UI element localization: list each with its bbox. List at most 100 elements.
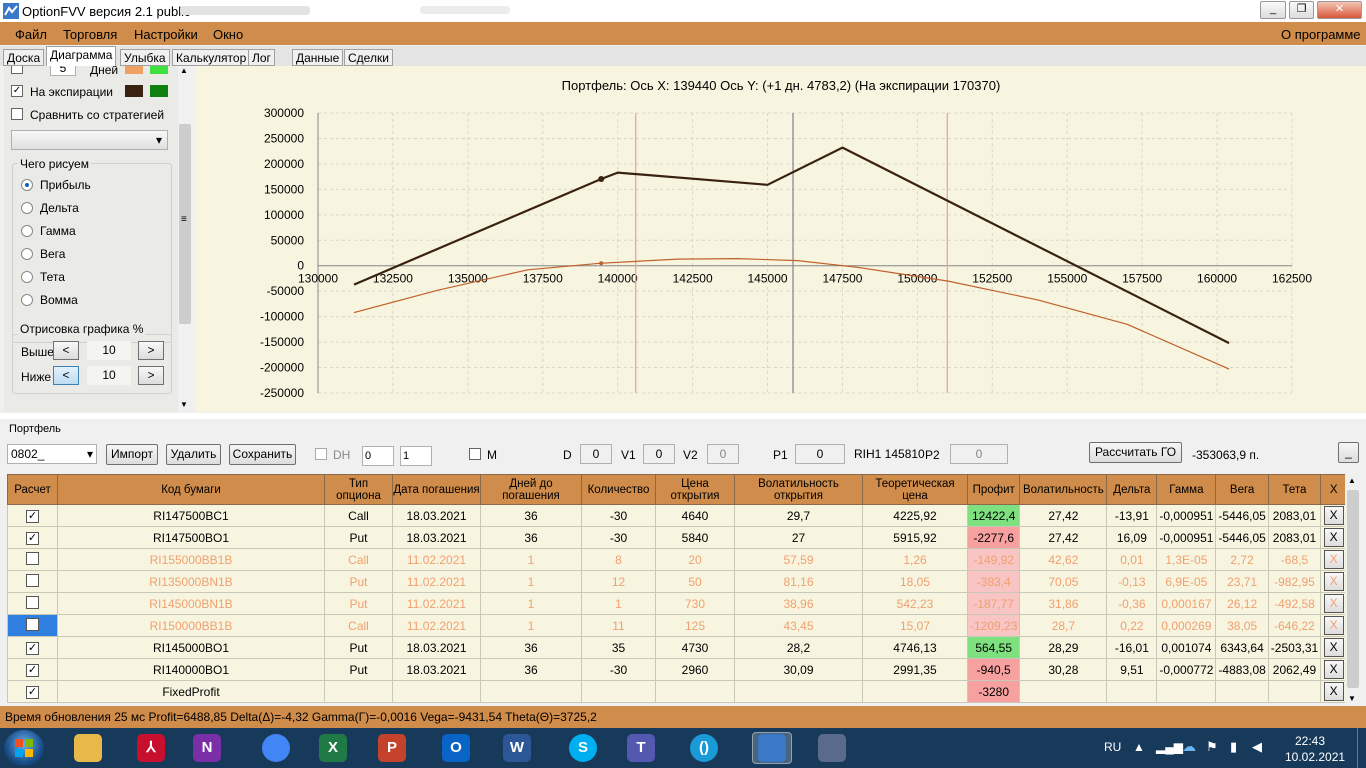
radio-vomma[interactable] [21, 294, 33, 306]
calc-go-button[interactable]: Рассчитать ГО [1089, 442, 1182, 463]
days-checkbox[interactable] [11, 66, 23, 74]
column-header[interactable]: Тета [1267, 474, 1322, 505]
teams-taskbar-button[interactable]: T [621, 732, 661, 764]
radio-gamma[interactable] [21, 225, 33, 237]
menu-file[interactable]: Файл [15, 27, 47, 42]
table-row[interactable]: RI145000BN1B Put 11.02.2021 1 1 730 38,96 542,2… [7, 592, 1348, 615]
scroll-up-icon[interactable]: ▲ [1348, 476, 1356, 485]
flag-icon[interactable]: ⚑ [1206, 739, 1218, 755]
menu-about[interactable]: О программе [1281, 27, 1361, 42]
show-desktop-button[interactable] [1357, 728, 1366, 768]
delete-row-button[interactable]: X [1323, 682, 1344, 701]
column-header[interactable]: Дельта [1106, 474, 1158, 505]
tray-arrow-icon[interactable]: ▲ [1133, 740, 1145, 754]
table-row[interactable]: ✓ FixedProfit -3280 X [7, 680, 1348, 703]
skype-taskbar-button[interactable]: S [563, 732, 603, 764]
calc-checkbox[interactable] [26, 617, 39, 631]
tab-diagram[interactable]: Диаграмма [46, 46, 117, 66]
column-header[interactable]: Волатильность открытия [734, 474, 863, 505]
tab-board[interactable]: Доска [3, 49, 45, 66]
excel-taskbar-button[interactable]: X [313, 732, 353, 764]
account-select[interactable]: 0802_ ▾ [7, 444, 97, 464]
calc-cell[interactable] [7, 570, 58, 593]
calc-cell[interactable]: ✓ [7, 680, 58, 703]
calc-checkbox[interactable] [26, 573, 39, 587]
delete-row-button[interactable]: X [1323, 572, 1344, 591]
calc-checkbox[interactable]: ✓ [26, 664, 39, 677]
scroll-down-icon[interactable]: ▼ [180, 400, 188, 409]
column-header[interactable]: Профит [966, 474, 1021, 505]
calc-cell[interactable] [7, 592, 58, 615]
table-row[interactable]: RI135000BN1B Put 11.02.2021 1 12 50 81,16 18,05… [7, 570, 1348, 593]
days-color-a[interactable] [125, 66, 143, 74]
volume-icon[interactable]: ◀ [1252, 739, 1262, 755]
onenote-taskbar-button[interactable]: N [187, 732, 227, 764]
compare-checkbox[interactable] [11, 108, 23, 120]
language-indicator[interactable]: RU [1104, 740, 1121, 754]
calc-checkbox[interactable] [26, 595, 39, 609]
calc-cell[interactable]: ✓ [7, 504, 58, 527]
clock-time[interactable]: 22:43 [1295, 734, 1325, 748]
above-value[interactable]: 10 [87, 341, 131, 360]
below-decrease-button[interactable]: < [53, 366, 79, 385]
radio-vega[interactable] [21, 248, 33, 260]
minimize-button[interactable]: _ [1260, 1, 1286, 19]
delete-row-button[interactable]: X [1323, 506, 1344, 525]
delete-row-button[interactable]: X [1323, 550, 1344, 569]
radio-delta[interactable] [21, 202, 33, 214]
delete-row-button[interactable]: X [1323, 594, 1344, 613]
column-header[interactable]: Дней до погашения [480, 474, 582, 505]
calc-cell[interactable]: ✓ [7, 636, 58, 659]
table-row[interactable]: ✓ RI140000BO1 Put 18.03.2021 36 -30 2960 30,09 2… [7, 658, 1348, 681]
powerpoint-taskbar-button[interactable]: P [372, 732, 412, 764]
column-header[interactable]: Код бумаги [57, 474, 325, 505]
days-input[interactable]: 5 [50, 66, 76, 76]
scroll-thumb[interactable] [1347, 490, 1359, 688]
menu-settings[interactable]: Настройки [134, 27, 198, 42]
other-taskbar-button[interactable]: () [684, 732, 724, 764]
tab-deals[interactable]: Сделки [344, 49, 393, 66]
word-taskbar-button[interactable]: W [497, 732, 537, 764]
days-color-b[interactable] [150, 66, 168, 74]
calc-cell[interactable] [7, 548, 58, 571]
calc-checkbox[interactable]: ✓ [26, 532, 39, 545]
column-header[interactable]: Волатильность [1019, 474, 1108, 505]
maximize-button[interactable]: ❐ [1289, 1, 1314, 19]
expiry-checkbox[interactable]: ✓ [11, 85, 23, 97]
radio-theta[interactable] [21, 271, 33, 283]
scroll-down-icon[interactable]: ▼ [1348, 694, 1356, 703]
start-button[interactable] [4, 730, 44, 766]
dh-spinner-a[interactable]: 0 [362, 446, 394, 466]
calc-cell[interactable]: ✓ [7, 526, 58, 549]
splitter-grip-icon[interactable]: ≡ [181, 214, 187, 225]
tab-smile[interactable]: Улыбка [120, 49, 170, 66]
scroll-up-icon[interactable]: ▲ [180, 66, 188, 75]
below-increase-button[interactable]: > [138, 366, 164, 385]
delete-button[interactable]: Удалить [166, 444, 221, 465]
menu-trading[interactable]: Торговля [63, 27, 117, 42]
calc-checkbox[interactable]: ✓ [26, 642, 39, 655]
acrobat-taskbar-button[interactable]: ⅄ [131, 732, 171, 764]
column-header[interactable]: Тип опциона [324, 474, 393, 505]
menu-window[interactable]: Окно [213, 27, 243, 42]
left-panel-scrollbar[interactable]: ▲ ▼ [178, 66, 192, 412]
dh-spinner-b[interactable]: 1 [400, 446, 432, 466]
battery-icon[interactable]: ▮ [1230, 739, 1237, 755]
table-row[interactable]: ✓ RI147500BC1 Call 18.03.2021 36 -30 4640 29,7 4… [7, 504, 1348, 527]
radio-profit[interactable] [21, 179, 33, 191]
delete-row-button[interactable]: X [1323, 528, 1344, 547]
column-header[interactable]: X [1320, 474, 1348, 505]
column-header[interactable]: Дата погашения [392, 474, 481, 505]
cloud-icon[interactable]: ☁ [1182, 738, 1196, 755]
expiry-color-b[interactable] [150, 85, 168, 97]
explorer-taskbar-button[interactable] [68, 732, 108, 764]
payoff-chart[interactable]: 300000 250000 200000 150000 100000 50000 0 -500… [196, 66, 1366, 412]
column-header[interactable]: Теоретическая цена [862, 474, 968, 505]
app2-taskbar-button[interactable] [812, 732, 852, 764]
tab-log[interactable]: Лог [248, 49, 275, 66]
collapse-button[interactable]: _ [1338, 442, 1359, 463]
close-button[interactable]: ✕ [1317, 1, 1362, 19]
column-header[interactable]: Гамма [1156, 474, 1217, 505]
calc-checkbox[interactable]: ✓ [26, 510, 39, 523]
delete-row-button[interactable]: X [1323, 660, 1344, 679]
